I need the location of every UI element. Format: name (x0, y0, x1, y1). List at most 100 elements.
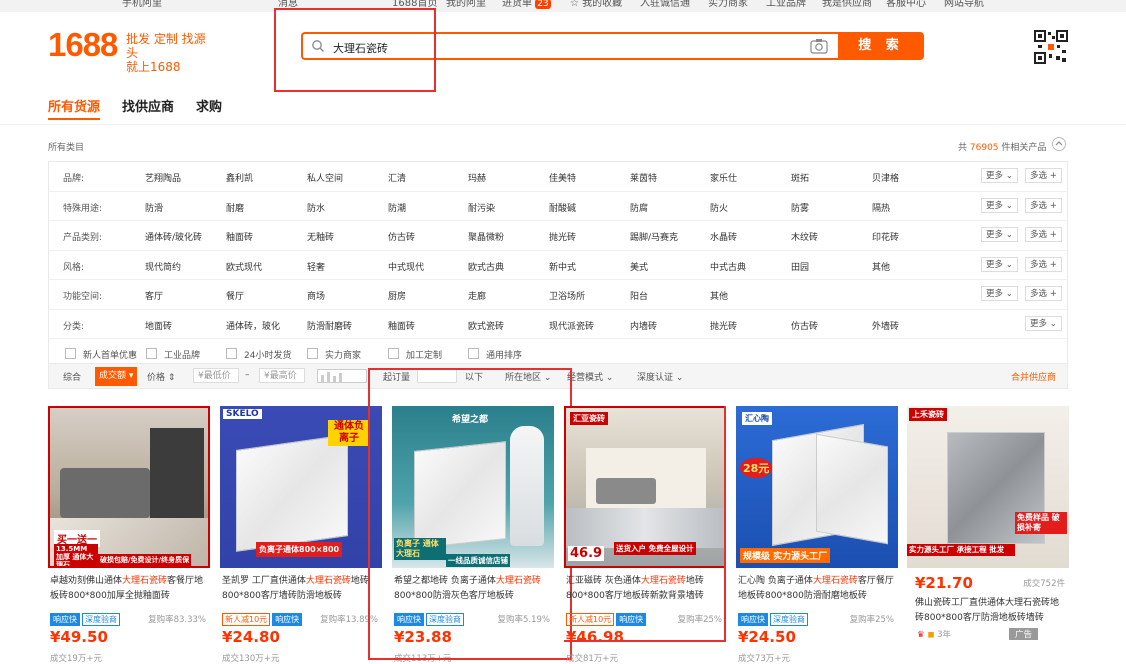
checkbox-24h-shipping[interactable]: 24小时发货 (226, 348, 291, 361)
topnav-power-merchants[interactable]: 实力商家 (708, 0, 748, 11)
product-title[interactable]: 希望之都地砖 负离子通体大理石瓷砖 800*800防滑灰色客厅地板砖 (394, 574, 552, 604)
search-button[interactable]: 搜 索 (838, 32, 924, 60)
filter-option[interactable]: 现代简约 (145, 260, 181, 273)
product-image[interactable]: 希望之都 负离子 通体大理石 一线品质诚信店铺 (392, 406, 554, 568)
topnav-industrial-brands[interactable]: 工业品牌 (766, 0, 806, 11)
product-image[interactable]: SKELO 通体负离子 负离子通体800×800 (220, 406, 382, 568)
checkbox-general-sort[interactable]: 通用排序 (468, 348, 522, 361)
tab-purchase-requests[interactable]: 求购 (196, 96, 222, 115)
filter-option[interactable]: 外墙砖 (872, 319, 899, 332)
merge-suppliers-link[interactable]: 合并供应商 (1011, 370, 1056, 383)
product-image[interactable]: 汇心陶 28元 规模级 实力源头工厂 (736, 406, 898, 568)
filter-option[interactable]: 釉面砖 (226, 230, 253, 243)
filter-option[interactable]: 商场 (307, 289, 325, 302)
filter-option[interactable]: 地面砖 (145, 319, 172, 332)
topnav-cart[interactable]: 进货单 23 (502, 0, 551, 11)
filter-option[interactable]: 佳美特 (549, 171, 576, 184)
search-input[interactable]: 大理石瓷砖 (301, 32, 838, 60)
topnav-home[interactable]: 1688首页 (392, 0, 437, 11)
filter-option[interactable]: 通体砖/玻化砖 (145, 230, 202, 243)
multi-select-button[interactable]: 多选 + (1025, 227, 1062, 242)
checkbox-power-merchant[interactable]: 实力商家 (307, 348, 361, 361)
product-title[interactable]: 圣凯罗 工厂直供通体大理石瓷砖地砖800*800客厅墙砖防滑地板砖 (222, 574, 380, 604)
filter-option[interactable]: 抛光砖 (710, 319, 737, 332)
topnav-mobile[interactable]: 手机阿里 (122, 0, 162, 11)
filter-option[interactable]: 轻奢 (307, 260, 325, 273)
filter-option[interactable]: 玛赫 (468, 171, 486, 184)
product-card[interactable]: 希望之都 负离子 通体大理石 一线品质诚信店铺 希望之都地砖 负离子通体大理石瓷… (392, 406, 554, 664)
filter-option[interactable]: 莱茵特 (630, 171, 657, 184)
filter-option[interactable]: 欧式现代 (226, 260, 262, 273)
multi-select-button[interactable]: 多选 + (1025, 286, 1062, 301)
product-image[interactable]: 汇亚瓷砖 46.9 送货入户 免费全屋设计 (564, 406, 726, 568)
more-button[interactable]: 更多 ⌄ (1025, 315, 1062, 331)
filter-option[interactable]: 餐厅 (226, 289, 244, 302)
product-card[interactable]: 上禾瓷砖 免费样品 破损补寄 实力源头工厂 承接工程 批发 ¥21.70 成交7… (907, 406, 1069, 663)
filter-option[interactable]: 防滑 (145, 201, 163, 214)
filter-option[interactable]: 其他 (872, 260, 890, 273)
topnav-service[interactable]: 客服中心 (886, 0, 926, 11)
tab-all-sources[interactable]: 所有货源 (48, 96, 101, 120)
filter-option[interactable]: 汇清 (388, 171, 406, 184)
more-button[interactable]: 更多 ⌄ (981, 227, 1018, 242)
filter-option[interactable]: 田园 (791, 260, 809, 273)
multi-select-button[interactable]: 多选 + (1025, 168, 1062, 183)
sort-comprehensive[interactable]: 综合 (63, 370, 81, 383)
sort-price[interactable]: 价格 ⇕ (147, 370, 175, 383)
more-button[interactable]: 更多 ⌄ (981, 197, 1018, 213)
all-categories-label[interactable]: 所有类目 (48, 140, 84, 153)
more-button[interactable]: 更多 ⌄ (981, 286, 1018, 301)
filter-option[interactable]: 防腐 (630, 201, 648, 214)
filter-option[interactable]: 其他 (710, 289, 728, 302)
filter-option[interactable]: 隔热 (872, 201, 890, 214)
filter-option[interactable]: 耐污染 (468, 201, 495, 214)
topnav-join[interactable]: 入驻诚信通 (640, 0, 690, 11)
filter-option[interactable]: 木纹砖 (791, 230, 818, 243)
max-price-input[interactable]: ¥最高价 (259, 368, 305, 383)
filter-option[interactable]: 艺翔陶品 (145, 171, 181, 184)
product-image[interactable]: 买一送一 13.5MM 加厚 通体大理石 破损包赔/免费设计/终身质保 (48, 406, 210, 568)
more-button[interactable]: 更多 ⌄ (981, 168, 1018, 183)
filter-option[interactable]: 阳台 (630, 289, 648, 302)
filter-option[interactable]: 美式 (630, 260, 648, 273)
checkbox-industrial-brand[interactable]: 工业品牌 (146, 348, 200, 361)
filter-option[interactable]: 印花砖 (872, 230, 899, 243)
filter-option[interactable]: 私人空间 (307, 171, 343, 184)
filter-option[interactable]: 防雾 (791, 201, 809, 214)
qr-code-icon[interactable] (1034, 30, 1068, 64)
view-toggle[interactable] (317, 369, 367, 386)
filter-option[interactable]: 内墙砖 (630, 319, 657, 332)
tab-find-suppliers[interactable]: 找供应商 (122, 96, 174, 115)
filter-option[interactable]: 斑拓 (791, 171, 809, 184)
filter-option[interactable]: 新中式 (549, 260, 576, 273)
filter-option[interactable]: 客厅 (145, 289, 163, 302)
filter-option[interactable]: 欧式瓷砖 (468, 319, 504, 332)
filter-option[interactable]: 仿古砖 (388, 230, 415, 243)
product-title[interactable]: 汇亚磁砖 灰色通体大理石瓷砖地砖800*800客厅地板砖新款背景墙砖 (566, 574, 724, 604)
filter-option[interactable]: 厨房 (388, 289, 406, 302)
topnav-favorites[interactable]: ☆ 我的收藏 (570, 0, 622, 11)
filter-option[interactable]: 踢脚/马赛克 (630, 230, 678, 243)
filter-option[interactable]: 欧式古典 (468, 260, 504, 273)
filter-option[interactable]: 中式现代 (388, 260, 424, 273)
filter-option[interactable]: 防水 (307, 201, 325, 214)
camera-icon[interactable] (810, 38, 828, 54)
filter-option[interactable]: 中式古典 (710, 260, 746, 273)
filter-option[interactable]: 通体砖，玻化 (226, 319, 280, 332)
product-card[interactable]: 汇心陶 28元 规模级 实力源头工厂 汇心陶 负离子通体大理石瓷砖客厅餐厅地板砖… (736, 406, 898, 664)
filter-option[interactable]: 无釉砖 (307, 230, 334, 243)
checkbox-custom-processing[interactable]: 加工定制 (388, 348, 442, 361)
filter-option[interactable]: 现代派瓷砖 (549, 319, 594, 332)
filter-option[interactable]: 釉面砖 (388, 319, 415, 332)
filter-option[interactable]: 抛光砖 (549, 230, 576, 243)
topnav-my-ali[interactable]: 我的阿里 (446, 0, 486, 11)
filter-option[interactable]: 卫浴场所 (549, 289, 585, 302)
filter-option[interactable]: 走廊 (468, 289, 486, 302)
business-mode-dropdown[interactable]: 经营模式 ⌄ (567, 370, 613, 383)
filter-option[interactable]: 鑫利凯 (226, 171, 253, 184)
region-dropdown[interactable]: 所在地区 ⌄ (505, 370, 551, 383)
logo[interactable]: 1688 (48, 26, 118, 64)
product-title[interactable]: 佛山瓷砖工厂直供通体大理石瓷砖地砖800*800客厅防滑地板砖墙砖 (915, 596, 1067, 626)
product-title[interactable]: 汇心陶 负离子通体大理石瓷砖客厅餐厅地板砖800*800防滑耐磨地板砖 (738, 574, 896, 604)
product-card[interactable]: 汇亚瓷砖 46.9 送货入户 免费全屋设计 汇亚磁砖 灰色通体大理石瓷砖地砖80… (564, 406, 726, 664)
